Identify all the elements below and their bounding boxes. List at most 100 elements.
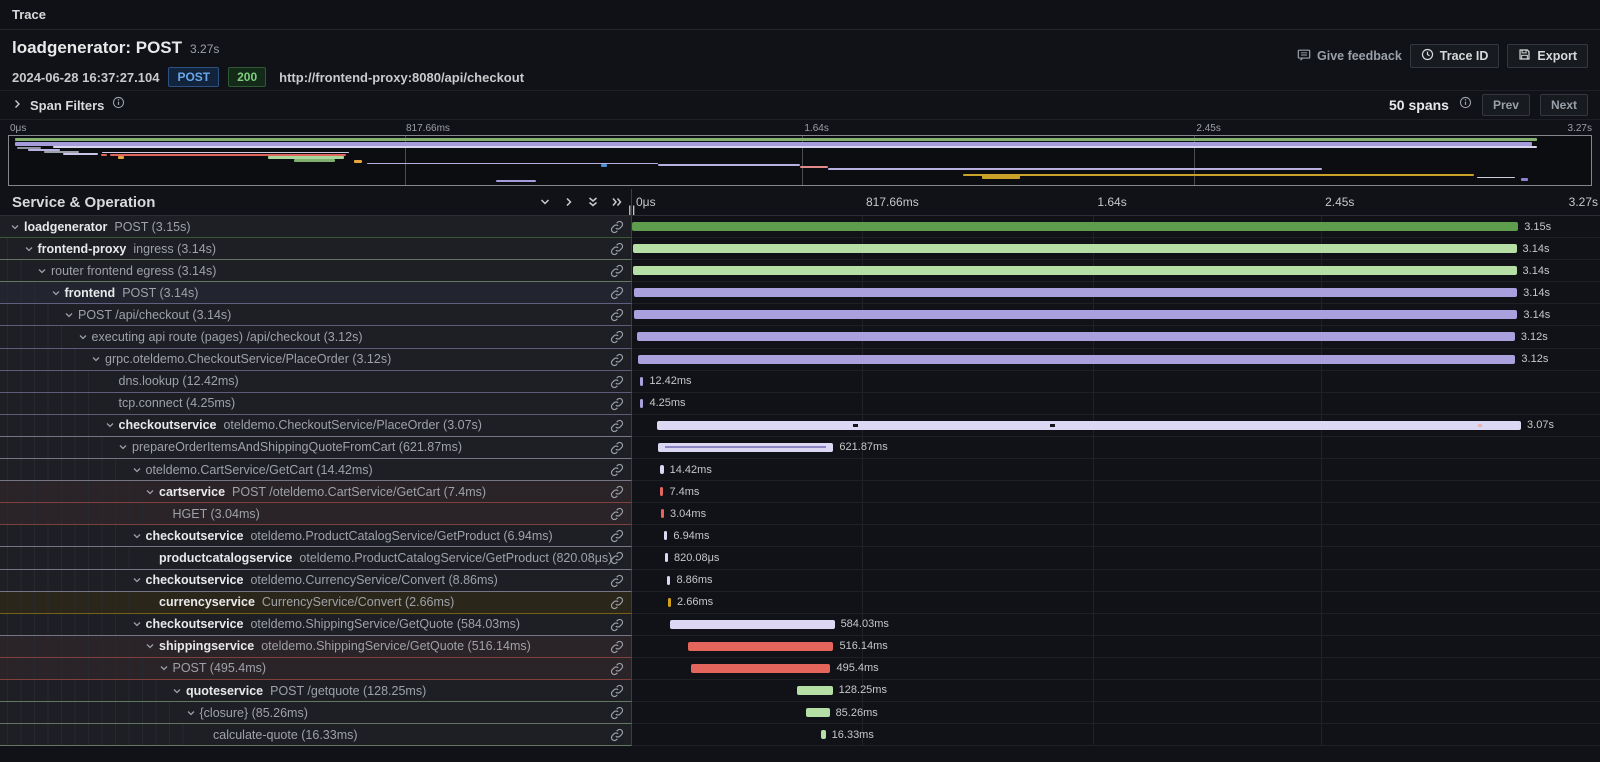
span-timeline-cell[interactable]: 3.14s [632,282,1600,304]
span-label-cell[interactable]: dns.lookup (12.42ms) [0,371,632,393]
span-label-cell[interactable]: frontendPOST (3.14s) [0,282,632,304]
chevron-down-icon[interactable] [118,442,132,452]
span-link-icon[interactable] [610,375,624,392]
span-label-cell[interactable]: loadgeneratorPOST (3.15s) [0,216,632,238]
span-link-icon[interactable] [610,507,624,524]
span-timeline-cell[interactable]: 3.15s [632,216,1600,238]
span-label-cell[interactable]: executing api route (pages) /api/checkou… [0,326,632,348]
chevron-down-icon[interactable] [132,619,146,629]
span-duration-bar[interactable] [660,487,663,496]
span-timeline-cell[interactable]: 3.07s [632,415,1600,437]
span-label-cell[interactable]: currencyserviceCurrencyService/Convert (… [0,592,632,614]
span-row[interactable]: shippingserviceoteldemo.ShippingService/… [0,636,1600,658]
span-label-cell[interactable]: shippingserviceoteldemo.ShippingService/… [0,636,632,658]
span-timeline-cell[interactable]: 584.03ms [632,614,1600,636]
span-row[interactable]: executing api route (pages) /api/checkou… [0,326,1600,348]
span-link-icon[interactable] [610,419,624,436]
give-feedback-button[interactable]: Give feedback [1297,44,1402,68]
span-row[interactable]: checkoutserviceoteldemo.ProductCatalogSe… [0,525,1600,547]
span-timeline-cell[interactable]: 3.04ms [632,503,1600,525]
span-timeline-cell[interactable]: 85.26ms [632,702,1600,724]
span-duration-bar[interactable] [668,598,671,607]
span-link-icon[interactable] [610,308,624,325]
span-label-cell[interactable]: POST /api/checkout (3.14s) [0,304,632,326]
span-link-icon[interactable] [610,397,624,414]
span-duration-bar[interactable] [821,730,826,739]
span-duration-bar[interactable] [637,332,1515,341]
span-timeline-cell[interactable]: 3.12s [632,349,1600,371]
span-label-cell[interactable]: POST (495.4ms) [0,658,632,680]
span-timeline-cell[interactable]: 7.4ms [632,481,1600,503]
chevron-down-icon[interactable] [186,708,200,718]
span-row[interactable]: oteldemo.CartService/GetCart (14.42ms)14… [0,459,1600,481]
span-row[interactable]: checkoutserviceoteldemo.CheckoutService/… [0,415,1600,437]
span-timeline-cell[interactable]: 8.86ms [632,570,1600,592]
span-duration-bar[interactable] [633,266,1516,275]
span-row[interactable]: dns.lookup (12.42ms)12.42ms [0,371,1600,393]
info-icon[interactable] [112,96,125,114]
span-row[interactable]: tcp.connect (4.25ms)4.25ms [0,393,1600,415]
span-duration-bar[interactable] [670,620,834,629]
span-label-cell[interactable]: HGET (3.04ms) [0,503,632,525]
span-link-icon[interactable] [610,485,624,502]
span-label-cell[interactable]: checkoutserviceoteldemo.ShippingService/… [0,614,632,636]
span-label-cell[interactable]: quoteservicePOST /getquote (128.25ms) [0,680,632,702]
span-label-cell[interactable]: frontend-proxyingress (3.14s) [0,238,632,260]
chevron-down-icon[interactable] [132,575,146,585]
export-button[interactable]: Export [1507,44,1588,68]
span-label-cell[interactable]: tcp.connect (4.25ms) [0,393,632,415]
span-label-cell[interactable]: calculate-quote (16.33ms) [0,724,632,746]
span-link-icon[interactable] [610,662,624,679]
expand-one-icon[interactable] [563,196,575,208]
span-link-icon[interactable] [610,596,624,613]
span-timeline-cell[interactable]: 4.25ms [632,393,1600,415]
span-label-cell[interactable]: grpc.oteldemo.CheckoutService/PlaceOrder… [0,349,632,371]
prev-button[interactable]: Prev [1482,94,1530,116]
span-link-icon[interactable] [610,463,624,480]
span-timeline-cell[interactable]: 3.14s [632,260,1600,282]
span-timeline-cell[interactable]: 14.42ms [632,459,1600,481]
span-row[interactable]: cartservicePOST /oteldemo.CartService/Ge… [0,481,1600,503]
chevron-down-icon[interactable] [91,354,105,364]
span-label-cell[interactable]: productcatalogserviceoteldemo.ProductCat… [0,547,632,569]
expand-all-icon[interactable] [611,196,623,208]
span-timeline-cell[interactable]: 3.14s [632,304,1600,326]
span-duration-bar[interactable] [664,531,667,540]
span-link-icon[interactable] [610,574,624,591]
span-row[interactable]: calculate-quote (16.33ms)16.33ms [0,724,1600,746]
span-timeline-cell[interactable]: 16.33ms [632,724,1600,746]
span-row[interactable]: productcatalogserviceoteldemo.ProductCat… [0,547,1600,569]
span-timeline-cell[interactable]: 3.14s [632,238,1600,260]
span-link-icon[interactable] [610,220,624,237]
span-duration-bar[interactable] [691,664,830,673]
collapse-one-icon[interactable] [539,196,551,208]
span-label-cell[interactable]: checkoutserviceoteldemo.CheckoutService/… [0,415,632,437]
span-duration-bar[interactable] [797,686,833,695]
chevron-down-icon[interactable] [24,244,38,254]
span-link-icon[interactable] [610,242,624,259]
span-label-cell[interactable]: router frontend egress (3.14s) [0,260,632,282]
chevron-down-icon[interactable] [10,222,24,232]
chevron-down-icon[interactable] [172,686,186,696]
span-label-cell[interactable]: checkoutserviceoteldemo.ProductCatalogSe… [0,525,632,547]
span-row[interactable]: POST /api/checkout (3.14s)3.14s [0,304,1600,326]
span-timeline-cell[interactable]: 3.12s [632,326,1600,348]
span-duration-bar[interactable] [634,288,1517,297]
trace-minimap[interactable] [8,135,1592,186]
span-timeline-cell[interactable]: 12.42ms [632,371,1600,393]
span-row[interactable]: quoteservicePOST /getquote (128.25ms)128… [0,680,1600,702]
trace-id-button[interactable]: Trace ID [1410,44,1500,68]
span-link-icon[interactable] [610,551,624,568]
span-link-icon[interactable] [610,618,624,635]
span-label-cell[interactable]: prepareOrderItemsAndShippingQuoteFromCar… [0,437,632,459]
span-duration-bar[interactable] [688,642,833,651]
span-duration-bar[interactable] [638,355,1516,364]
span-duration-bar[interactable] [660,465,664,474]
span-label-cell[interactable]: oteldemo.CartService/GetCart (14.42ms) [0,459,632,481]
span-timeline-cell[interactable]: 6.94ms [632,525,1600,547]
chevron-down-icon[interactable] [145,641,159,651]
span-link-icon[interactable] [610,684,624,701]
span-row[interactable]: frontendPOST (3.14s)3.14s [0,282,1600,304]
span-link-icon[interactable] [610,264,624,281]
chevron-down-icon[interactable] [78,332,92,342]
